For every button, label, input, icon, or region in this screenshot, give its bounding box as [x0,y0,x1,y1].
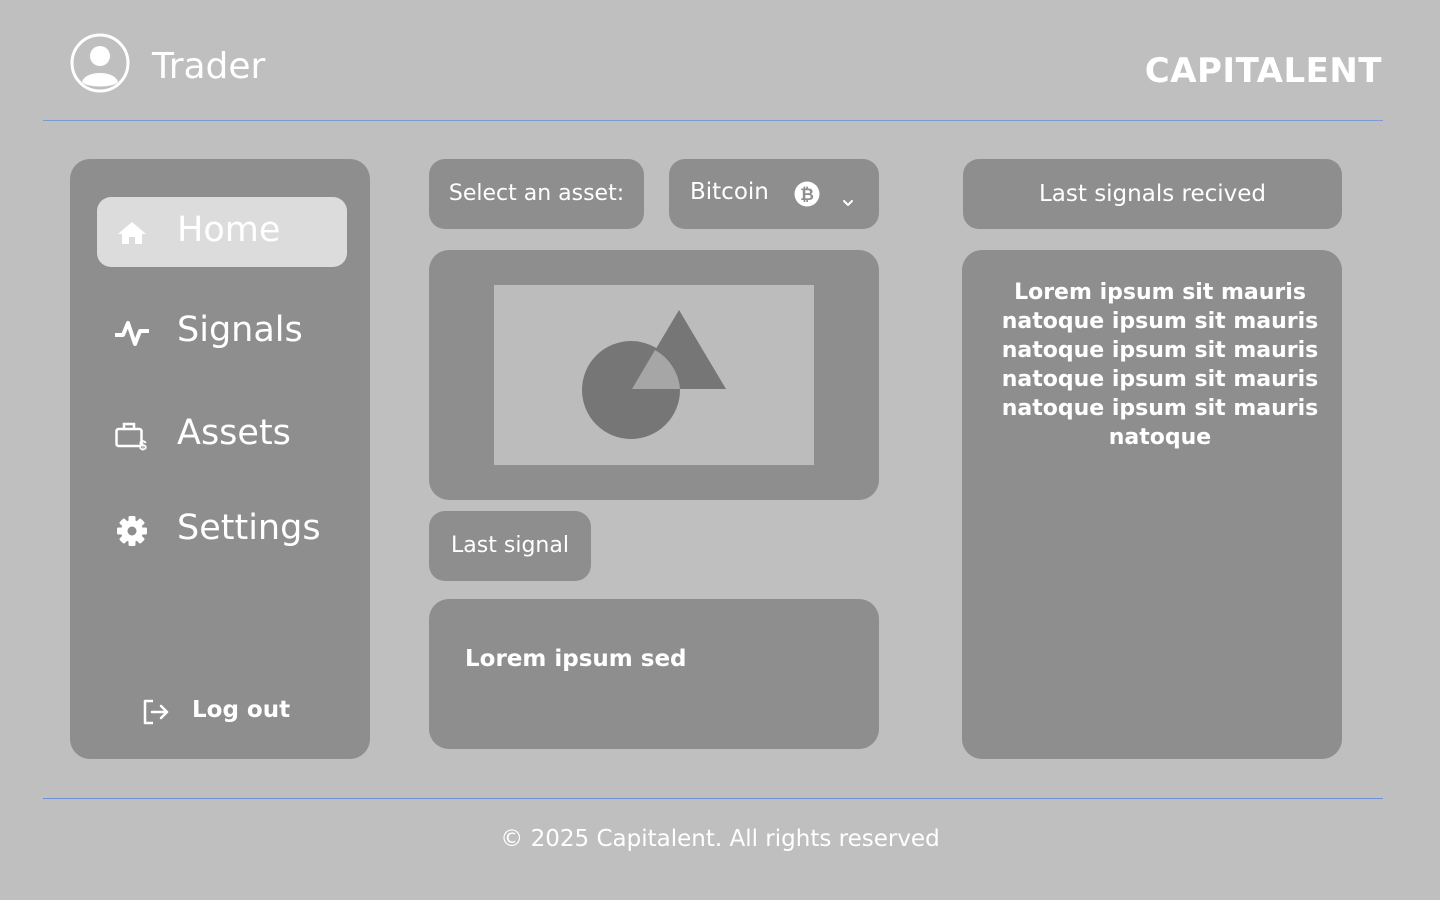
signals-panel-header: Last signals recived [963,159,1342,229]
user-avatar-icon[interactable] [70,33,130,93]
footer-copyright: © 2025 Capitalent. All rights reserved [500,826,940,852]
sidebar-item-label: Assets [177,413,291,453]
asset-select-dropdown[interactable]: Bitcoin ₿ [669,159,879,229]
gear-icon [115,516,149,546]
header-divider [43,120,1383,121]
last-signal-text: Lorem ipsum sed [465,646,687,672]
last-signal-card: Lorem ipsum sed [429,599,879,749]
sidebar-item-label: Signals [177,310,303,350]
signals-list-text: Lorem ipsum sit mauris natoque ipsum sit… [1001,280,1319,450]
brand-logo[interactable]: CAPITALENT [1145,51,1382,91]
sidebar-item-settings[interactable]: Settings [97,495,347,565]
logout-button[interactable]: Log out [142,695,302,727]
svg-text:$: $ [139,437,147,451]
logout-icon [142,698,170,726]
footer-divider [43,798,1383,799]
asset-image-card [429,250,879,500]
asset-select-value: Bitcoin [690,179,769,205]
sidebar-item-label: Settings [177,508,321,548]
sidebar-item-home[interactable]: Home [97,197,347,267]
activity-icon [114,318,150,348]
image-placeholder-icon [494,285,814,465]
svg-text:₿: ₿ [800,185,814,205]
user-role-label: Trader [152,46,266,87]
last-signal-label: Last signal [429,511,591,581]
sidebar-item-assets[interactable]: $ Assets [97,400,347,470]
sidebar-item-signals[interactable]: Signals [97,297,347,367]
sidebar: Home Signals $ Assets Settings Log out [70,159,370,759]
sidebar-item-label: Home [177,210,281,250]
briefcase-dollar-icon: $ [115,421,149,453]
logout-label: Log out [192,697,291,723]
select-asset-label: Select an asset: [429,159,644,229]
signals-list-card: Lorem ipsum sit mauris natoque ipsum sit… [962,250,1342,759]
chevron-down-icon [841,189,855,206]
home-icon [115,218,149,248]
bitcoin-icon: ₿ [794,181,820,207]
